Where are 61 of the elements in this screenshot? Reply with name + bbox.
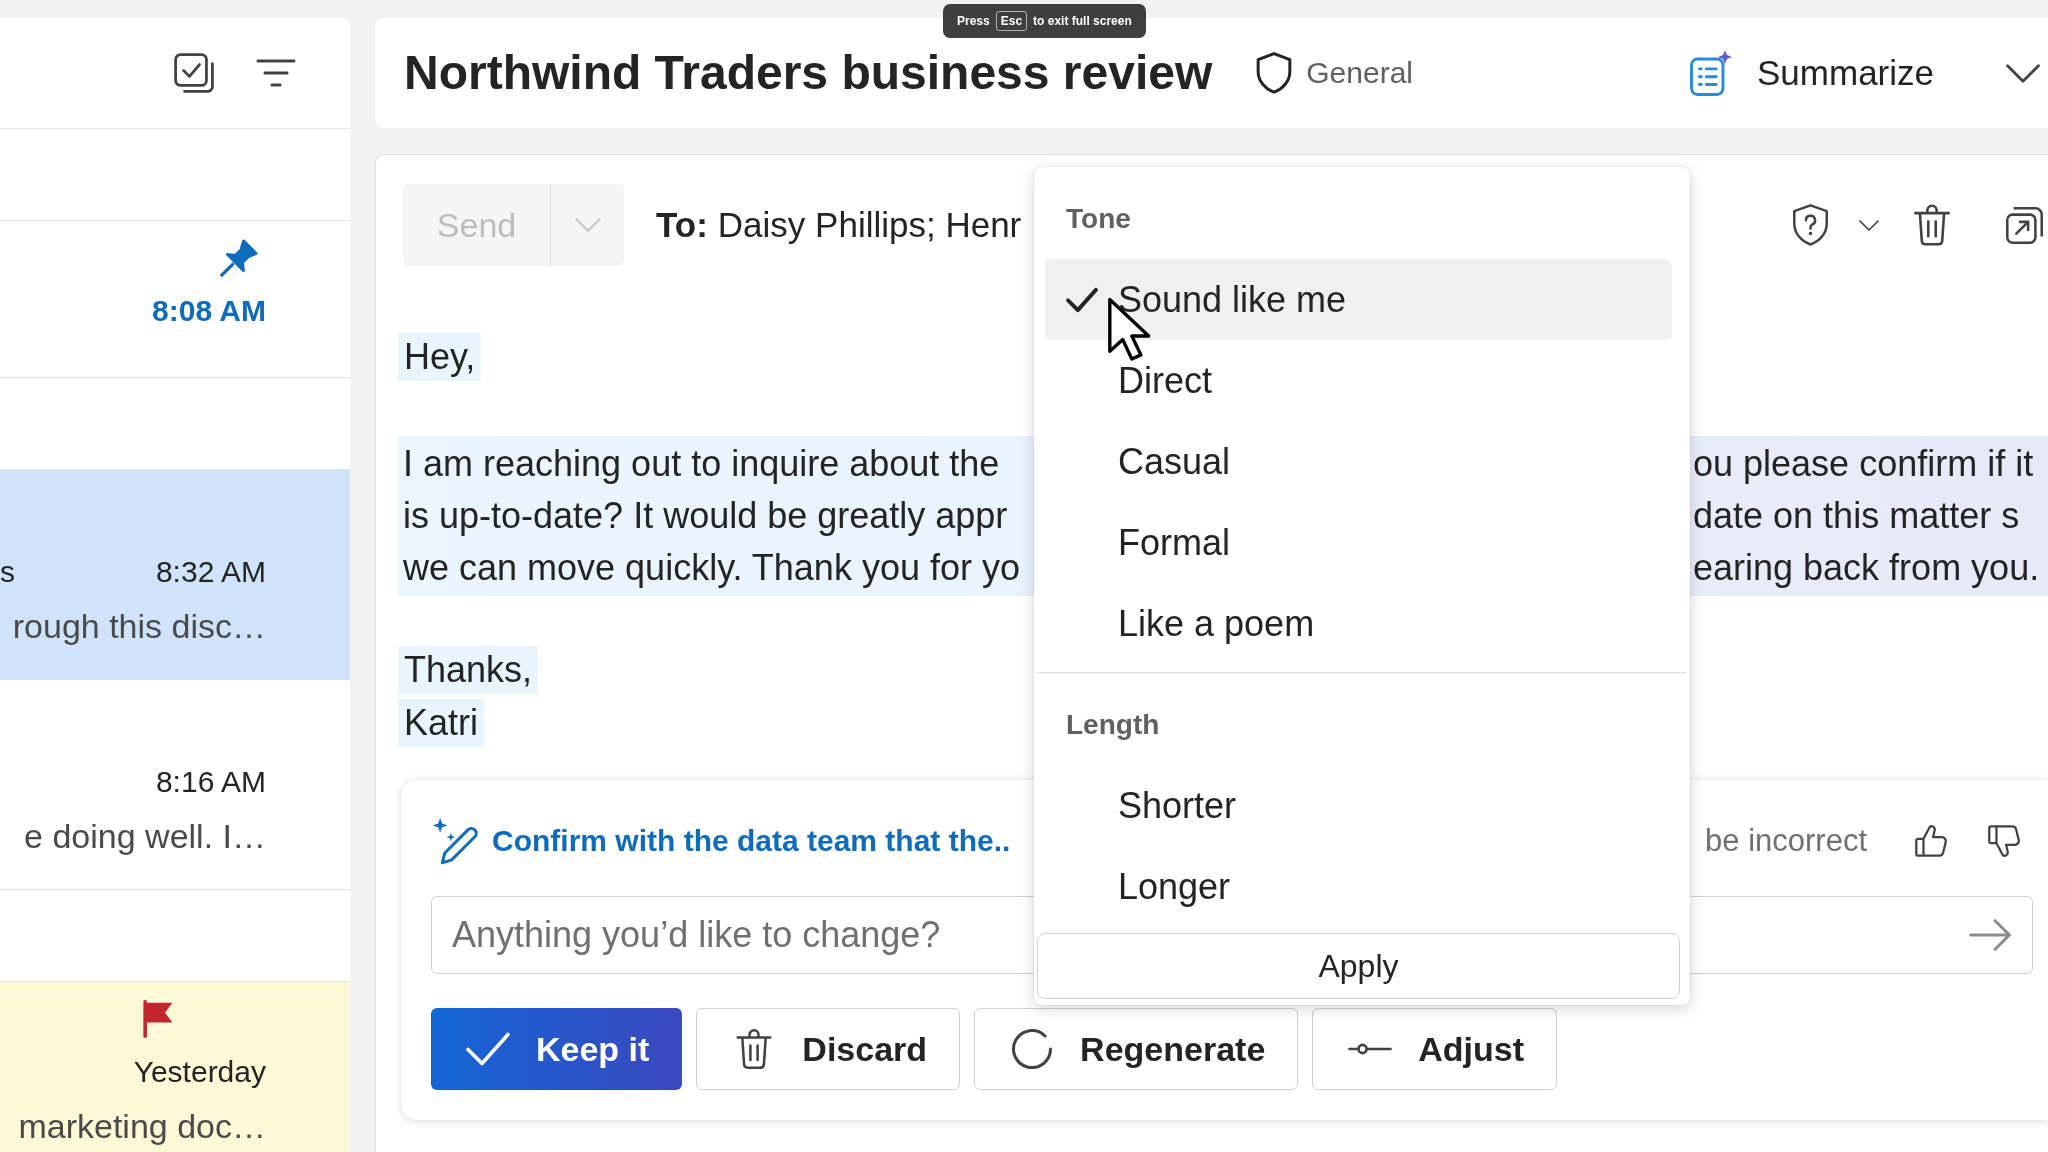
checkmark-icon [1066,286,1098,313]
sparkle-pen-icon [432,817,478,865]
shield-question-icon[interactable] [1792,204,1829,246]
suggestion-link[interactable]: Confirm with the data team that the.. [492,823,1011,859]
email-body-text: we can move quickly. Thank you for yo [403,546,1020,590]
recipient-list[interactable]: Daisy Phillips; Henr [717,204,1022,246]
keyboard-key: Esc [995,11,1028,31]
message-preview: e doing well. I… [24,818,266,854]
pop-out-icon[interactable] [2006,206,2043,244]
notice-text: to exit full screen [1033,13,1132,29]
disclaimer-text: be incorrect [1705,823,1867,859]
message-preview: rough this disc… [12,608,266,644]
trash-icon[interactable] [1914,204,1950,246]
menu-option[interactable]: Sound like me [1045,259,1672,340]
sender-name: s [0,554,15,590]
shield-icon[interactable] [1256,52,1293,94]
sparkle-list-icon [1689,50,1733,96]
email-body-text: Hey, [398,333,482,381]
message-preview: marketing doc… [18,1108,266,1144]
email-body-text: earing back from you. [1693,546,2040,590]
arrow-right-icon[interactable] [1969,919,2011,951]
select-all-icon[interactable] [174,53,214,93]
menu-option[interactable]: Shorter [1045,765,1672,846]
notice-text: Press [957,13,990,29]
chevron-down-icon [574,218,601,232]
keep-button[interactable]: Keep it [431,1008,683,1090]
to-label: To: [656,204,708,246]
message-time: 8:32 AM [155,554,266,590]
menu-option[interactable]: Like a poem [1045,583,1672,664]
message-time: 8:16 AM [155,764,266,800]
email-subject: Northwind Traders business review [404,48,1213,98]
email-body-text: is up-to-date? It would be greatly appr [403,494,1008,538]
menu-option[interactable]: Formal [1045,502,1672,583]
message-list-item[interactable]: 8:16 AM e doing well. I… [0,680,350,890]
message-list-item[interactable]: s 8:32 AM rough this disc… [0,470,350,680]
menu-section-heading: Tone [1066,203,1131,235]
message-list-item[interactable]: 8:08 AM [0,221,350,378]
menu-option[interactable]: Casual [1045,421,1672,502]
flag-icon [142,1000,174,1038]
message-list-item[interactable]: Yesterday marketing doc… [0,982,350,1152]
thumbs-up-icon[interactable] [1915,823,1947,859]
apply-button[interactable]: Apply [1037,933,1680,999]
summarize-button[interactable]: Summarize [1689,50,1934,96]
email-body-text: ou please confirm if it [1693,442,2034,486]
regenerate-button[interactable]: Regenerate [974,1008,1299,1090]
email-body-text: Katri [398,699,485,747]
message-time: 8:08 AM [152,293,266,329]
email-body-text: date on this matter s [1693,494,2020,538]
menu-option[interactable]: Longer [1045,846,1672,927]
email-body-text: I am reaching out to inquire about the [403,442,1000,486]
chevron-down-icon[interactable] [1859,219,1879,231]
chevron-down-icon[interactable] [2006,63,2040,83]
menu-section-heading: Length [1066,709,1160,741]
discard-button[interactable]: Discard [696,1008,961,1090]
adjust-button[interactable]: Adjust [1312,1008,1558,1090]
sensitivity-label[interactable]: General [1306,55,1413,91]
email-body-text: Thanks, [398,646,539,694]
slider-icon [1348,1042,1393,1056]
thumbs-down-icon[interactable] [1988,823,2020,859]
menu-option[interactable]: Direct [1045,340,1672,421]
message-time: Yesterday [133,1054,266,1090]
